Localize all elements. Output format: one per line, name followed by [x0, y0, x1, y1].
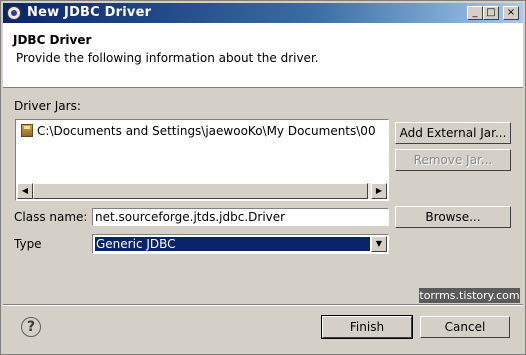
footer-separator	[3, 304, 523, 306]
driver-jars-list[interactable]: C:\Documents and Settings\jaewooKo\My Do…	[15, 119, 389, 201]
browse-button[interactable]: Browse...	[395, 206, 511, 228]
scroll-left-icon[interactable]: ◀	[17, 183, 33, 199]
watermark: torrms.tistory.com	[419, 288, 520, 303]
class-name-label: Class name:	[14, 210, 88, 224]
scroll-thumb[interactable]	[33, 183, 368, 199]
horizontal-scrollbar[interactable]: ◀ ▶	[17, 183, 387, 199]
cancel-button[interactable]: Cancel	[420, 316, 510, 338]
class-name-field[interactable]: net.sourceforge.jtds.jdbc.Driver	[92, 208, 389, 226]
add-external-jar-button[interactable]: Add External Jar...	[395, 122, 511, 144]
title-bar: New JDBC Driver _ □ ×	[3, 3, 523, 23]
window-title: New JDBC Driver	[27, 5, 152, 20]
type-dropdown[interactable]: Generic JDBC ▼	[92, 234, 389, 254]
header-description: Provide the following information about …	[16, 51, 319, 65]
list-item[interactable]: C:\Documents and Settings\jaewooKo\My Do…	[21, 124, 376, 138]
close-button[interactable]: ×	[503, 6, 519, 20]
chevron-down-icon[interactable]: ▼	[371, 236, 387, 252]
type-selected-value: Generic JDBC	[95, 237, 370, 251]
type-label: Type	[14, 237, 42, 251]
dialog-window: New JDBC Driver _ □ × JDBC Driver Provid…	[0, 0, 526, 355]
finish-button[interactable]: Finish	[321, 315, 413, 339]
driver-jars-label: Driver Jars:	[14, 99, 81, 113]
eclipse-icon	[7, 6, 21, 20]
remove-jar-button[interactable]: Remove Jar...	[395, 149, 511, 171]
jar-path: C:\Documents and Settings\jaewooKo\My Do…	[37, 124, 376, 138]
jar-file-icon	[21, 124, 33, 137]
header-title: JDBC Driver	[13, 33, 92, 47]
dialog-header: JDBC Driver Provide the following inform…	[3, 23, 523, 88]
scroll-right-icon[interactable]: ▶	[371, 183, 387, 199]
help-icon[interactable]: ?	[21, 317, 41, 337]
maximize-button[interactable]: □	[483, 6, 499, 20]
minimize-button[interactable]: _	[467, 6, 483, 20]
